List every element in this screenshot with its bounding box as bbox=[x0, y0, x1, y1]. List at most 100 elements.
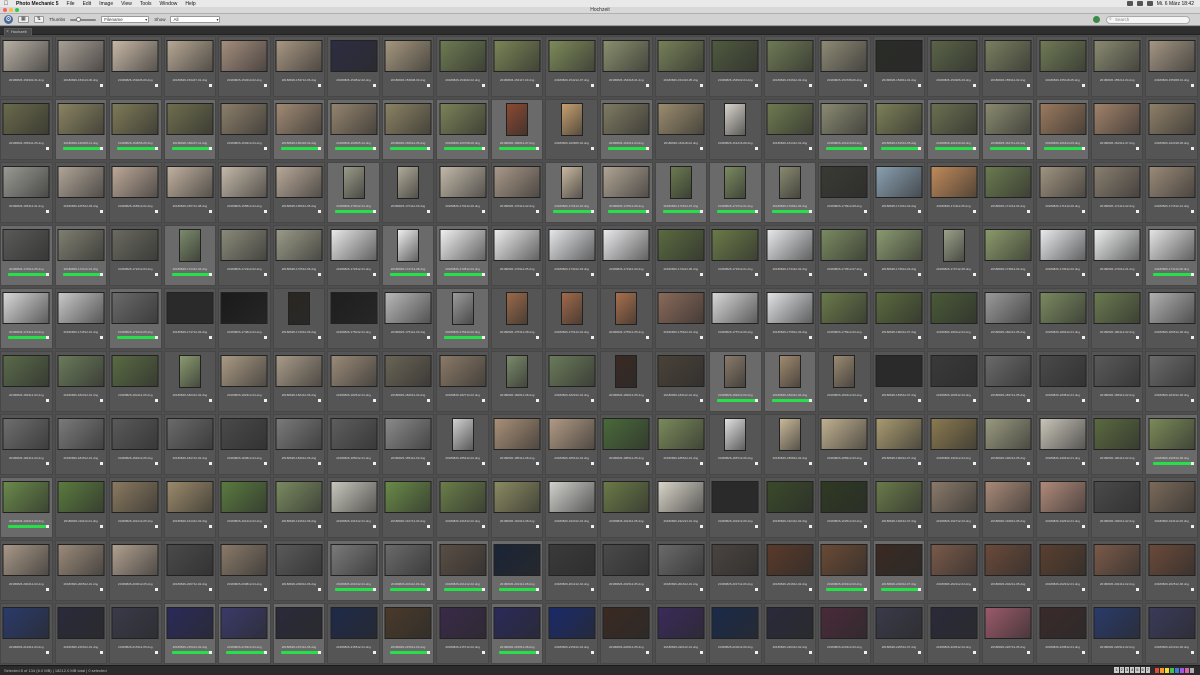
thumbnail-cell[interactable]: 20180826-170412-04.dng bbox=[545, 162, 598, 223]
thumbnail-cell[interactable]: 20180826-154906-03.dng bbox=[927, 36, 980, 97]
thumbnail-cell[interactable]: 20180826-173612-03.dng bbox=[872, 225, 926, 286]
thumbnail-cell[interactable]: 20180826-172312-04.dng bbox=[163, 225, 217, 286]
photo-thumbnail[interactable] bbox=[2, 607, 50, 639]
photo-thumbnail[interactable] bbox=[657, 607, 705, 639]
photo-thumbnail[interactable] bbox=[506, 355, 529, 388]
thumbnail-cell[interactable]: 20180826-161814-03.dng bbox=[1036, 99, 1089, 160]
thumbnail-cell[interactable]: 20180826-173112-04.dng bbox=[600, 225, 653, 286]
tag-checkbox[interactable] bbox=[700, 336, 704, 339]
tag-checkbox[interactable] bbox=[972, 651, 976, 654]
photo-thumbnail[interactable] bbox=[1039, 418, 1087, 450]
tag-checkbox[interactable] bbox=[863, 210, 867, 213]
thumbnail-cell[interactable]: 20180826-160312-04.dng bbox=[218, 99, 271, 160]
photo-thumbnail[interactable] bbox=[669, 166, 692, 199]
photo-thumbnail[interactable] bbox=[57, 544, 105, 576]
photo-thumbnail[interactable] bbox=[57, 607, 105, 639]
thumbnail-cell[interactable]: 20180826-202412-02.dng bbox=[1090, 540, 1144, 601]
tag-checkbox[interactable] bbox=[645, 210, 649, 213]
tag-checkbox[interactable] bbox=[1136, 210, 1140, 213]
tag-checkbox[interactable] bbox=[372, 84, 376, 87]
thumbnail-cell[interactable]: 20180826-180512-06.dng bbox=[1145, 288, 1198, 349]
tag-checkbox[interactable] bbox=[645, 399, 649, 402]
tag-checkbox[interactable] bbox=[590, 525, 594, 528]
thumbnail-cell[interactable]: 20180826-185812-02.dng bbox=[763, 414, 817, 475]
tag-checkbox[interactable] bbox=[481, 147, 485, 150]
thumbnail-cell[interactable]: 20180826-175012-01.dng bbox=[327, 288, 380, 349]
photo-thumbnail[interactable] bbox=[930, 355, 978, 387]
tag-checkbox[interactable] bbox=[1081, 525, 1085, 528]
tag-checkbox[interactable] bbox=[809, 651, 813, 654]
thumbnail-cell[interactable]: 20180826-174112-06.dng bbox=[1145, 225, 1198, 286]
tag-checkbox[interactable] bbox=[1027, 84, 1031, 87]
photo-thumbnail[interactable] bbox=[451, 292, 474, 325]
photo-thumbnail[interactable] bbox=[493, 40, 541, 72]
photo-thumbnail[interactable] bbox=[1148, 544, 1196, 576]
thumbnail-cell[interactable]: 20180826-175412-04.dng bbox=[545, 288, 598, 349]
tag-checkbox[interactable] bbox=[536, 399, 540, 402]
tag-checkbox[interactable] bbox=[645, 651, 649, 654]
photo-thumbnail[interactable] bbox=[724, 103, 747, 136]
photo-thumbnail[interactable] bbox=[1148, 103, 1196, 135]
thumbnail-cell[interactable]: 20180826-182912-04.dng bbox=[545, 351, 598, 412]
filter-select[interactable]: All ▾ bbox=[170, 16, 221, 23]
tag-checkbox[interactable] bbox=[536, 147, 540, 150]
thumbnail-cell[interactable]: 20180826-202112-04.dng bbox=[927, 540, 980, 601]
photo-thumbnail[interactable] bbox=[384, 544, 432, 576]
menu-edit[interactable]: Edit bbox=[79, 1, 96, 7]
photo-thumbnail[interactable] bbox=[875, 418, 923, 450]
thumbnail-cell[interactable]: 20180826-171512-01.dng bbox=[1145, 162, 1198, 223]
tag-checkbox[interactable] bbox=[481, 336, 485, 339]
tag-checkbox[interactable] bbox=[154, 651, 158, 654]
photo-thumbnail[interactable] bbox=[220, 166, 268, 198]
tag-checkbox[interactable] bbox=[809, 84, 813, 87]
photo-thumbnail[interactable] bbox=[1093, 544, 1141, 576]
photo-thumbnail[interactable] bbox=[930, 418, 978, 450]
thumbnail-cell[interactable]: 20180826-154117-03.dng bbox=[490, 36, 544, 97]
photo-thumbnail[interactable] bbox=[1093, 40, 1141, 72]
color-class-swatch[interactable] bbox=[1190, 668, 1194, 673]
tag-checkbox[interactable] bbox=[154, 147, 158, 150]
thumbnail-cell[interactable]: 20180826-153812-02.dng bbox=[327, 36, 380, 97]
tag-checkbox[interactable] bbox=[1190, 210, 1194, 213]
photo-thumbnail[interactable] bbox=[111, 607, 159, 639]
photo-thumbnail[interactable] bbox=[820, 292, 868, 324]
photo-thumbnail[interactable] bbox=[657, 544, 705, 576]
tag-checkbox[interactable] bbox=[863, 525, 867, 528]
tag-checkbox[interactable] bbox=[481, 210, 485, 213]
thumbnail-cell[interactable]: 20180826-202512-06.dng bbox=[1145, 540, 1198, 601]
tag-checkbox[interactable] bbox=[754, 588, 758, 591]
thumbnail-cell[interactable]: 20180826-184012-06.dng bbox=[1145, 351, 1198, 412]
tag-checkbox[interactable] bbox=[481, 588, 485, 591]
tag-checkbox[interactable] bbox=[700, 651, 704, 654]
photo-thumbnail[interactable] bbox=[330, 40, 378, 72]
tag-checkbox[interactable] bbox=[1081, 651, 1085, 654]
color-class-swatch[interactable] bbox=[1160, 668, 1164, 673]
photo-thumbnail[interactable] bbox=[57, 103, 105, 135]
tag-checkbox[interactable] bbox=[918, 462, 922, 465]
tag-checkbox[interactable] bbox=[263, 210, 267, 213]
thumbnail-cell[interactable]: 20180826-191812-02.dng bbox=[436, 477, 489, 538]
thumbnail-cell[interactable]: 20180826-161410-03.dng bbox=[818, 99, 871, 160]
photo-thumbnail[interactable] bbox=[548, 607, 596, 639]
tag-checkbox[interactable] bbox=[209, 399, 213, 402]
tag-checkbox[interactable] bbox=[1027, 462, 1031, 465]
tag-checkbox[interactable] bbox=[645, 273, 649, 276]
thumbnail-cell[interactable]: 20180826-173212-06.dng bbox=[654, 225, 708, 286]
avatar[interactable] bbox=[1093, 16, 1100, 23]
tag-checkbox[interactable] bbox=[972, 336, 976, 339]
thumbnail-cell[interactable]: 20180826-170112-03.dng bbox=[381, 162, 435, 223]
tag-checkbox[interactable] bbox=[154, 273, 158, 276]
tag-checkbox[interactable] bbox=[1190, 462, 1194, 465]
photo-thumbnail[interactable] bbox=[1039, 229, 1087, 261]
photo-thumbnail[interactable] bbox=[766, 481, 814, 513]
thumbnail-cell[interactable]: 20180826-155214-04.dng bbox=[1090, 36, 1144, 97]
tag-checkbox[interactable] bbox=[1027, 273, 1031, 276]
thumbnail-cell[interactable]: 20180826-202012-07.dng bbox=[872, 540, 926, 601]
tag-checkbox[interactable] bbox=[1081, 462, 1085, 465]
color-class-swatch[interactable] bbox=[1155, 668, 1159, 673]
tag-checkbox[interactable] bbox=[100, 525, 104, 528]
rating-filter-button[interactable]: 5 bbox=[1135, 667, 1140, 673]
thumbnail-cell[interactable]: 20180826-215112-05.dng bbox=[109, 603, 162, 664]
photo-thumbnail[interactable] bbox=[548, 40, 596, 72]
tag-checkbox[interactable] bbox=[209, 462, 213, 465]
